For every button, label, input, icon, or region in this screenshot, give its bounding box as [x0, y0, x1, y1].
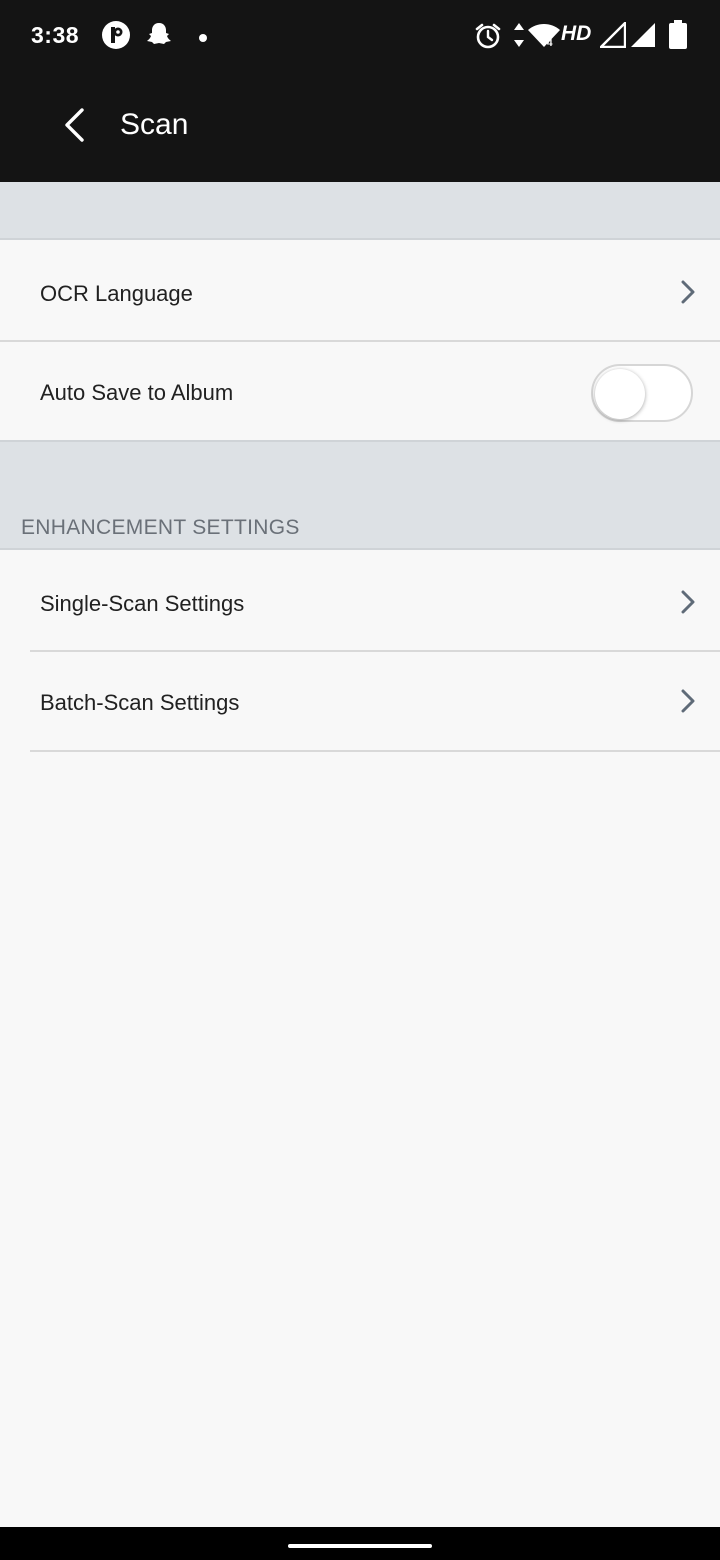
signal-icon: [598, 20, 627, 53]
battery-icon: [668, 20, 688, 55]
app-bar: Scan: [0, 72, 720, 182]
p-app-icon: [101, 20, 131, 55]
scan-settings-screen: 3:38 4 HD Scan OCR Language Auto Save to…: [0, 0, 720, 1560]
enhancement-section-band: ENHANCEMENT SETTINGS: [0, 440, 720, 550]
auto-save-label: Auto Save to Album: [40, 380, 234, 405]
navigation-bar: [0, 1527, 720, 1560]
ocr-language-label: OCR Language: [40, 281, 193, 306]
row-divider: [30, 750, 720, 752]
hd-label: HD: [561, 22, 592, 45]
batch-scan-label: Batch-Scan Settings: [40, 690, 240, 715]
chevron-left-icon: [62, 107, 86, 148]
snapchat-icon: [145, 20, 173, 53]
page-title: Scan: [120, 108, 189, 141]
batch-scan-settings-row[interactable]: Batch-Scan Settings: [0, 652, 720, 750]
status-time: 3:38: [31, 22, 80, 48]
single-scan-settings-row[interactable]: Single-Scan Settings: [0, 552, 720, 652]
alarm-icon: [474, 22, 502, 55]
dot-icon: [198, 30, 208, 48]
wifi-icon: 4: [527, 22, 561, 53]
back-button[interactable]: [50, 94, 98, 160]
section-header: ENHANCEMENT SETTINGS: [21, 516, 300, 539]
data-arrows-icon: [513, 22, 525, 53]
toggle-knob: [595, 369, 645, 419]
auto-save-row: Auto Save to Album: [0, 342, 720, 440]
auto-save-toggle[interactable]: [591, 364, 693, 422]
status-bar: 3:38 4 HD: [0, 0, 720, 72]
chevron-right-icon: [680, 590, 696, 619]
signal-icon: [630, 22, 656, 53]
chevron-right-icon: [680, 280, 696, 309]
ocr-language-row[interactable]: OCR Language: [0, 242, 720, 342]
single-scan-label: Single-Scan Settings: [40, 591, 245, 616]
chevron-right-icon: [680, 689, 696, 718]
home-gesture-handle[interactable]: [288, 1544, 432, 1548]
svg-text:4: 4: [547, 38, 553, 48]
section-spacer: [0, 182, 720, 240]
